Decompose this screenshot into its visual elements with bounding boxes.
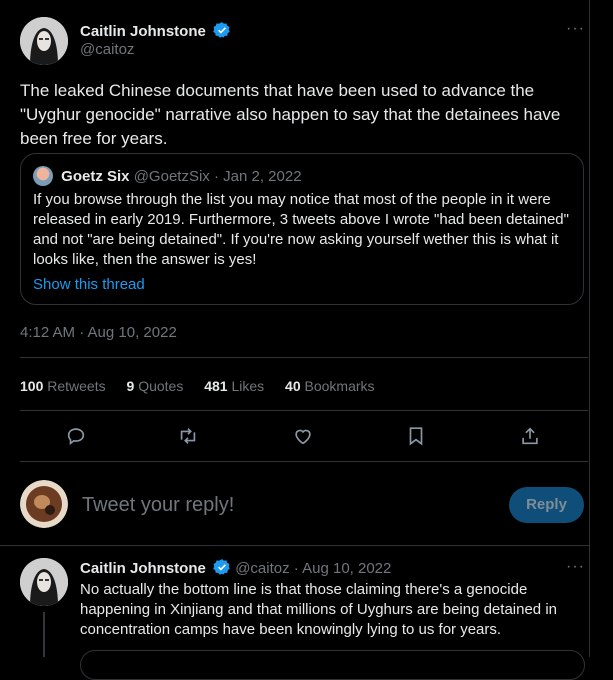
likes-label: Likes (231, 378, 265, 394)
avatar[interactable] (20, 558, 68, 606)
likes-stat[interactable]: 481 Likes (204, 378, 264, 394)
author-name[interactable]: Caitlin Johnstone (80, 21, 231, 42)
tweet-timestamp[interactable]: 4:12 AM · Aug 10, 2022 (20, 323, 177, 343)
more-options-icon[interactable]: ··· (566, 20, 585, 38)
thread-connector (43, 612, 45, 657)
reply-author-handle[interactable]: @caitoz (235, 560, 289, 577)
author-handle[interactable]: @caitoz (80, 40, 134, 60)
divider (20, 461, 588, 462)
retweet-icon[interactable] (177, 425, 199, 447)
show-thread-link[interactable]: Show this thread (33, 275, 145, 295)
quoted-author-handle[interactable]: @GoetzSix (134, 168, 210, 185)
quoted-tweet-card[interactable] (80, 650, 585, 680)
reply-input[interactable]: Tweet your reply! (82, 492, 234, 518)
quotes-label: Quotes (138, 378, 184, 394)
retweets-label: Retweets (47, 378, 106, 394)
tweet-stats: 100 Retweets 9 Quotes 481 Likes 40 Bookm… (20, 376, 392, 396)
bookmarks-label: Bookmarks (304, 378, 375, 394)
tweet-text: The leaked Chinese documents that have b… (20, 81, 561, 148)
quotes-stat[interactable]: 9 Quotes (127, 378, 184, 394)
quoted-tweet-header: Goetz Six @GoetzSix · Jan 2, 2022 (33, 166, 302, 187)
verified-badge-icon (213, 22, 231, 38)
bookmarks-stat[interactable]: 40 Bookmarks (285, 378, 375, 394)
likes-count: 481 (204, 378, 228, 394)
bookmark-icon[interactable] (405, 425, 427, 447)
divider (0, 545, 589, 546)
more-options-icon[interactable]: ··· (566, 558, 585, 576)
share-icon[interactable] (519, 425, 541, 447)
bookmarks-count: 40 (285, 378, 301, 394)
divider (20, 410, 588, 411)
author-name-text[interactable]: Caitlin Johnstone (80, 23, 206, 40)
like-icon[interactable] (292, 425, 314, 447)
quoted-date: · Jan 2, 2022 (213, 168, 302, 185)
timeline-column: Caitlin Johnstone @caitoz ··· The leaked… (0, 0, 590, 680)
quoted-author-avatar (33, 166, 53, 186)
reply-text: No actually the bottom line is that thos… (80, 581, 557, 638)
avatar[interactable] (20, 17, 68, 65)
retweets-stat[interactable]: 100 Retweets (20, 378, 106, 394)
verified-badge-icon (213, 559, 230, 575)
reply-date[interactable]: · Aug 10, 2022 (294, 560, 392, 577)
scrollbar[interactable] (600, 0, 613, 657)
divider (20, 357, 588, 358)
retweets-count: 100 (20, 378, 44, 394)
reply-icon[interactable] (65, 425, 87, 447)
current-user-avatar[interactable] (20, 480, 68, 528)
quoted-tweet-card[interactable]: Goetz Six @GoetzSix · Jan 2, 2022 If you… (20, 153, 584, 305)
reply-author-name[interactable]: Caitlin Johnstone (80, 560, 206, 577)
reply-button[interactable]: Reply (509, 487, 584, 523)
reply-header: Caitlin Johnstone @caitoz · Aug 10, 2022 (80, 558, 391, 579)
quotes-count: 9 (126, 378, 135, 394)
quoted-author-name[interactable]: Goetz Six (61, 168, 129, 185)
quoted-tweet-text: If you browse through the list you may n… (33, 191, 569, 268)
